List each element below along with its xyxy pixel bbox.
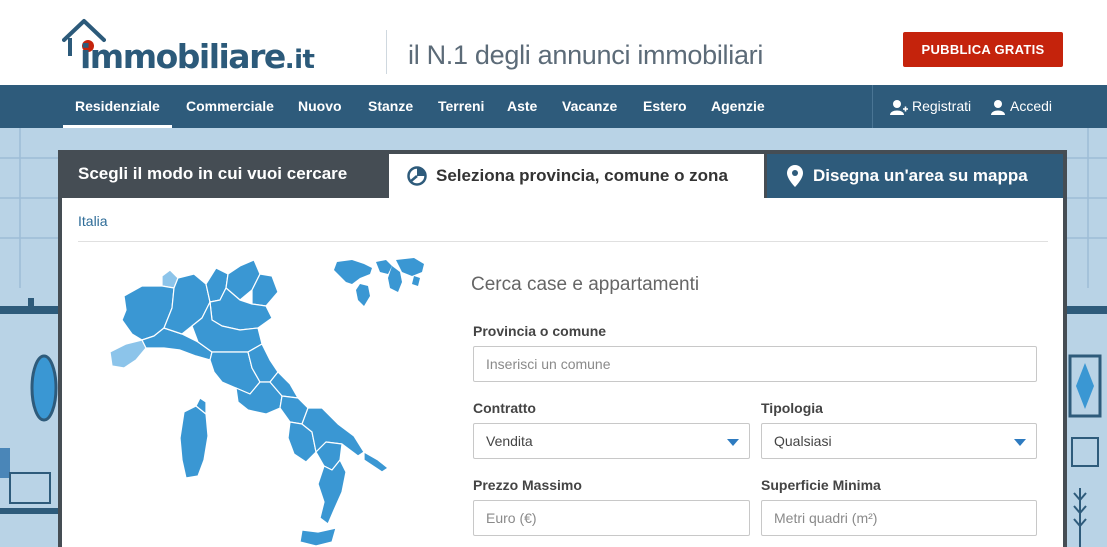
typology-label: Tipologia bbox=[761, 400, 823, 416]
search-mode-heading: Scegli il modo in cui vuoi cercare bbox=[78, 164, 348, 183]
form-title: Cerca case e appartamenti bbox=[471, 274, 700, 295]
search-panel: Scegli il modo in cui vuoi cercare Selez… bbox=[58, 150, 1067, 547]
province-label: Provincia o comune bbox=[473, 323, 607, 339]
nav-item-commerciale[interactable]: Commerciale bbox=[186, 85, 274, 128]
breadcrumb-divider bbox=[78, 241, 1048, 242]
register-link[interactable]: Registrati bbox=[890, 85, 971, 128]
chevron-down-icon bbox=[727, 439, 739, 446]
user-add-icon bbox=[890, 100, 908, 116]
surface-label: Superficie Minima bbox=[761, 477, 881, 493]
world-map-icon[interactable] bbox=[334, 258, 424, 306]
nav-item-aste[interactable]: Aste bbox=[507, 85, 537, 128]
site-header: immobiliare.it il N.1 degli annunci immo… bbox=[0, 0, 1107, 85]
price-label: Prezzo Massimo bbox=[473, 477, 582, 493]
pie-chart-icon bbox=[407, 166, 427, 186]
contract-value: Vendita bbox=[486, 433, 533, 449]
province-input[interactable] bbox=[473, 346, 1037, 382]
nav-item-estero[interactable]: Estero bbox=[643, 85, 687, 128]
chevron-down-icon bbox=[1014, 439, 1026, 446]
search-content: Italia Cerca case e appartamenti Provinc… bbox=[62, 198, 1063, 547]
nav-separator bbox=[872, 85, 873, 128]
nav-item-terreni[interactable]: Terreni bbox=[438, 85, 484, 128]
contract-label: Contratto bbox=[473, 400, 536, 416]
typology-select[interactable]: Qualsiasi bbox=[761, 423, 1037, 459]
tab-draw-map-label: Disegna un'area su mappa bbox=[813, 166, 1028, 185]
logo-wordmark: immobiliare bbox=[80, 37, 286, 76]
nav-item-vacanze[interactable]: Vacanze bbox=[562, 85, 617, 128]
tab-select-province-label: Seleziona provincia, comune o zona bbox=[436, 166, 728, 185]
login-label: Accedi bbox=[1010, 98, 1053, 114]
contract-select[interactable]: Vendita bbox=[473, 423, 750, 459]
login-link[interactable]: Accedi bbox=[990, 85, 1052, 128]
tab-draw-map[interactable]: Disegna un'area su mappa bbox=[767, 154, 1063, 198]
main-nav: Residenziale Commerciale Nuovo Stanze Te… bbox=[0, 85, 1107, 128]
register-label: Registrati bbox=[912, 98, 972, 114]
nav-item-residenziale[interactable]: Residenziale bbox=[63, 85, 172, 128]
nav-item-agenzie[interactable]: Agenzie bbox=[711, 85, 765, 128]
header-divider bbox=[386, 30, 387, 74]
tab-select-province[interactable]: Seleziona provincia, comune o zona bbox=[389, 154, 764, 198]
logo-tld: .it bbox=[284, 45, 315, 75]
italy-regions[interactable] bbox=[109, 259, 389, 547]
map-pin-icon bbox=[787, 165, 803, 187]
typology-value: Qualsiasi bbox=[774, 433, 832, 449]
italy-map[interactable] bbox=[102, 256, 462, 547]
nav-item-nuovo[interactable]: Nuovo bbox=[298, 85, 342, 128]
tagline: il N.1 degli annunci immobiliari bbox=[408, 40, 764, 70]
price-input[interactable] bbox=[473, 500, 750, 536]
breadcrumb[interactable]: Italia bbox=[78, 213, 108, 229]
nav-item-stanze[interactable]: Stanze bbox=[368, 85, 413, 128]
user-icon bbox=[991, 100, 1005, 116]
publish-free-button[interactable]: PUBBLICA GRATIS bbox=[903, 32, 1063, 67]
surface-input[interactable] bbox=[761, 500, 1037, 536]
